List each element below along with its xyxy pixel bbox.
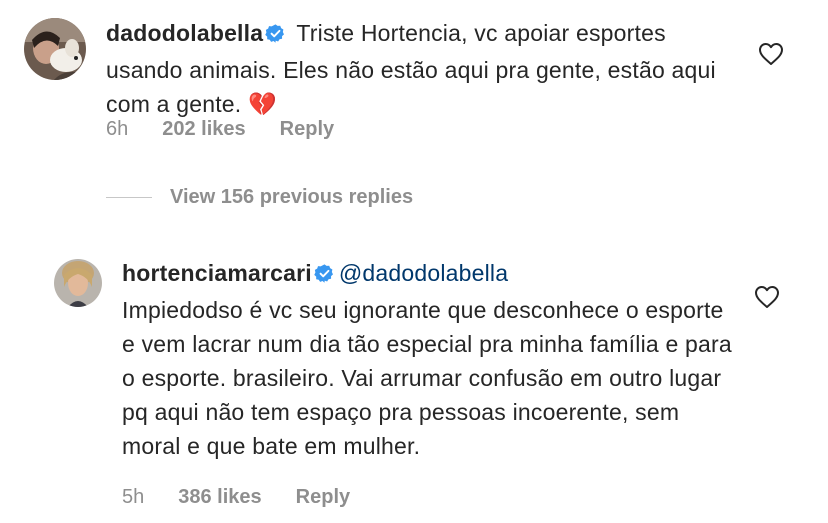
comment-2-mention-link[interactable]: @dadodolabella <box>339 260 508 286</box>
comment-1-meta: 6h 202 likes Reply <box>106 118 334 141</box>
avatar-dadodolabella[interactable] <box>24 18 86 80</box>
comment-1-text-block: dadodolabella Triste Hortencia, vc apoia… <box>106 16 726 121</box>
comment-1-time[interactable]: 6h <box>106 118 128 141</box>
view-previous-replies-button[interactable]: View 156 previous replies <box>106 186 413 209</box>
replies-divider-line <box>106 197 152 198</box>
comment-2-body: Impiedodso é vc seu ignorante que descon… <box>122 297 732 459</box>
like-heart-icon[interactable] <box>754 285 780 309</box>
avatar-hortenciamarcari[interactable] <box>54 259 102 307</box>
view-replies-label: View 156 previous replies <box>170 186 414 208</box>
verified-badge-icon <box>314 259 335 293</box>
comment-2-time[interactable]: 5h <box>122 486 144 509</box>
comment-2-meta: 5h 386 likes Reply <box>122 486 350 509</box>
comment-1-likes[interactable]: 202 likes <box>162 118 245 141</box>
broken-heart-emoji: 💔 <box>247 91 277 117</box>
like-heart-icon[interactable] <box>758 42 784 66</box>
verified-badge-icon <box>265 19 286 53</box>
comment-2-username[interactable]: hortenciamarcari <box>122 260 312 286</box>
comment-1-username[interactable]: dadodolabella <box>106 20 263 46</box>
comment-1-reply-button[interactable]: Reply <box>280 118 334 141</box>
comment-2-reply-button[interactable]: Reply <box>296 486 350 509</box>
comment-2-text-block: hortenciamarcari @dadodolabella Impiedodso… <box>122 256 732 463</box>
comment-2-likes[interactable]: 386 likes <box>178 486 261 509</box>
